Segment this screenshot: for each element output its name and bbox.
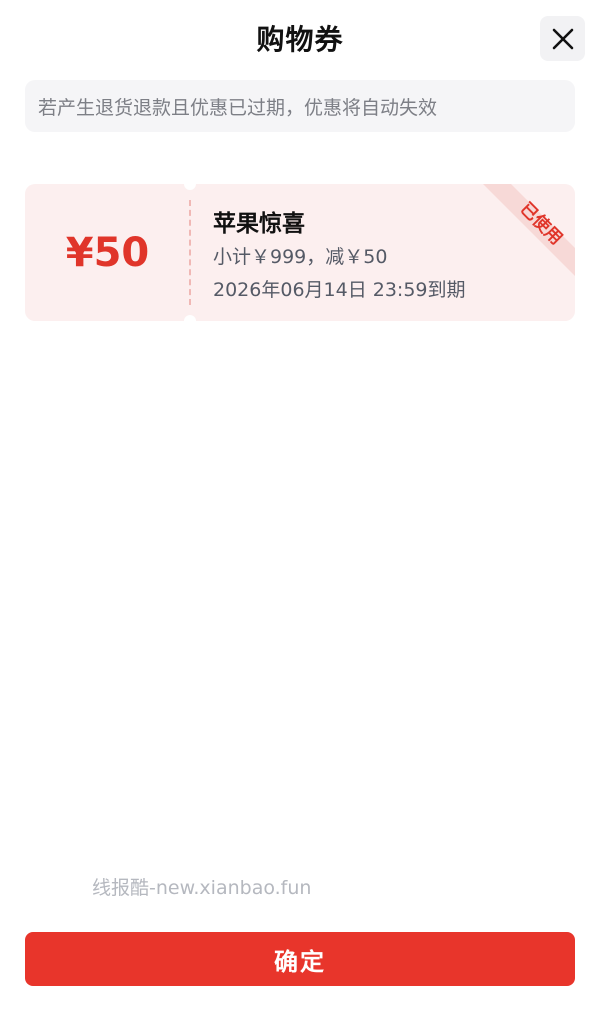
coupon-notch-bottom	[184, 315, 196, 321]
coupon-card[interactable]: ¥50 苹果惊喜 小计￥999，减￥50 2026年06月14日 23:59到期…	[25, 184, 575, 321]
coupon-details: 苹果惊喜 小计￥999，减￥50 2026年06月14日 23:59到期	[213, 204, 466, 303]
used-status-ribbon: 已使用	[483, 184, 575, 276]
coupon-expiry: 2026年06月14日 23:59到期	[213, 279, 466, 301]
coupon-sheet: 购物券 若产生退货退款且优惠已过期，优惠将自动失效 ¥50 苹果惊喜 小计￥99…	[0, 0, 600, 1033]
confirm-button[interactable]: 确定	[25, 932, 575, 986]
header: 购物券	[0, 0, 600, 80]
coupon-name: 苹果惊喜	[213, 211, 305, 237]
expiry-notice: 若产生退货退款且优惠已过期，优惠将自动失效	[25, 80, 575, 132]
coupon-amount: ¥50	[65, 229, 150, 276]
watermark-text: 线报酷-new.xianbao.fun	[92, 877, 312, 899]
close-icon	[552, 28, 573, 49]
coupon-condition: 小计￥999，减￥50	[213, 246, 388, 268]
close-button[interactable]	[540, 16, 585, 61]
coupon-value-panel: ¥50	[25, 184, 190, 321]
coupon-divider	[189, 200, 191, 305]
page-title: 购物券	[256, 23, 344, 56]
notice-text: 若产生退货退款且优惠已过期，优惠将自动失效	[38, 96, 438, 119]
